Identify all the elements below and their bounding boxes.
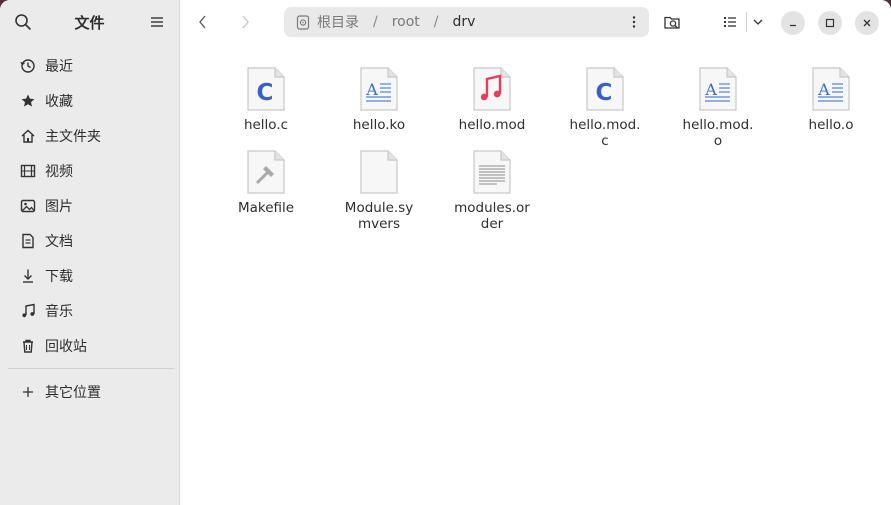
text-file-icon: A [359,66,399,112]
download-icon [19,267,37,285]
file-name: Module.symvers [344,200,414,232]
sidebar-item-label: 回收站 [45,338,87,355]
document-icon [19,232,37,250]
blank-file-icon [359,149,399,195]
sidebar-item-downloads[interactable]: 下载 [0,258,180,293]
file-item[interactable]: C hello.c [210,66,322,133]
sidebar-item-trash[interactable]: 回收站 [0,328,180,363]
sidebar-item-label: 视频 [45,163,73,180]
c-source-file-icon: C [585,66,625,112]
file-item[interactable]: Makefile [210,149,322,216]
svg-text:A: A [365,80,378,99]
sidebar-item-label: 最近 [45,58,73,75]
file-name: hello.o [808,117,854,133]
sidebar-other-locations: 其它位置 [0,374,180,409]
file-name: hello.mod [458,117,526,133]
audio-file-icon [472,66,512,112]
file-name: Makefile [237,200,295,216]
file-manager-window: 文件 最近 收藏 主文件夹 视频 图片 文档 下载 音乐 回收站 其它位置 根目… [0,0,891,505]
sidebar-item-starred[interactable]: 收藏 [0,83,180,118]
file-item[interactable]: A hello.mod.o [662,66,774,149]
sidebar-item-music[interactable]: 音乐 [0,293,180,328]
close-icon [863,19,871,27]
music-icon [19,302,37,320]
chevron-down-icon [753,19,763,25]
sidebar-places: 最近 收藏 主文件夹 视频 图片 文档 下载 音乐 回收站 [0,48,180,363]
file-item[interactable]: A hello.o [775,66,887,133]
sidebar-item-label: 收藏 [45,93,73,110]
sidebar-header: 文件 [0,0,179,44]
file-name: hello.c [243,117,289,133]
sidebar-item-other-locations[interactable]: 其它位置 [0,374,180,409]
svg-text:A: A [704,80,717,99]
sidebar-item-recent[interactable]: 最近 [0,48,180,83]
sidebar: 文件 最近 收藏 主文件夹 视频 图片 文档 下载 音乐 回收站 其它位置 [0,0,180,505]
file-name: hello.mod.c [569,117,641,149]
sidebar-item-pictures[interactable]: 图片 [0,188,180,223]
path-separator: / [433,14,439,30]
sidebar-item-label: 图片 [45,198,73,215]
file-item[interactable]: A hello.ko [323,66,435,133]
svg-text:C: C [596,80,613,106]
sidebar-item-documents[interactable]: 文档 [0,223,180,258]
path-segment-root-dir[interactable]: 根目录 [317,12,359,32]
file-item[interactable]: modules.order [436,149,548,232]
maximize-button[interactable] [818,11,842,35]
plain-text-file-icon [472,149,512,195]
path-segment-current[interactable]: drv [453,14,476,30]
sidebar-divider [8,368,174,369]
sidebar-item-label: 其它位置 [45,384,101,401]
file-name: modules.order [454,200,530,232]
svg-text:A: A [817,80,830,99]
makefile-icon [246,149,286,195]
text-file-icon: A [698,66,738,112]
path-segment-root[interactable]: root [392,14,420,30]
main-content: 根目录 / root / drv C hello.c A hello.ko he… [180,0,891,505]
file-item[interactable]: hello.mod [436,66,548,133]
sidebar-item-home[interactable]: 主文件夹 [0,118,180,153]
folder-search-icon [664,16,680,29]
sidebar-item-label: 主文件夹 [45,128,101,145]
sidebar-item-label: 文档 [45,233,73,250]
file-item[interactable]: Module.symvers [323,149,435,232]
header-bar: 根目录 / root / drv [180,0,891,44]
more-options-icon[interactable] [631,15,637,29]
film-icon [19,162,37,180]
drive-icon [296,14,310,30]
file-item[interactable]: C hello.mod.c [549,66,661,149]
path-bar[interactable]: 根目录 / root / drv [284,7,649,37]
minimize-icon [790,24,796,27]
file-name: hello.mod.o [682,117,754,149]
search-folder-button[interactable] [660,10,684,34]
svg-text:C: C [257,80,274,106]
sidebar-item-label: 音乐 [45,303,73,320]
clock-icon [19,57,37,75]
sidebar-item-label: 下载 [45,268,73,285]
list-view-button[interactable] [718,10,742,34]
plus-icon [19,383,37,401]
sidebar-item-videos[interactable]: 视频 [0,153,180,188]
path-separator: / [373,14,378,30]
file-name: hello.ko [352,117,406,133]
view-options-button[interactable] [746,10,770,34]
maximize-icon [825,18,835,28]
back-button[interactable] [196,12,210,32]
star-icon [19,92,37,110]
list-view-icon [724,17,736,27]
c-source-file-icon: C [246,66,286,112]
minimize-button[interactable] [781,11,805,35]
hamburger-menu-icon[interactable] [150,14,164,28]
trash-icon [19,337,37,355]
close-button[interactable] [855,11,879,35]
image-icon [19,197,37,215]
text-file-icon: A [811,66,851,112]
home-icon [19,127,37,145]
forward-button[interactable] [238,12,252,32]
